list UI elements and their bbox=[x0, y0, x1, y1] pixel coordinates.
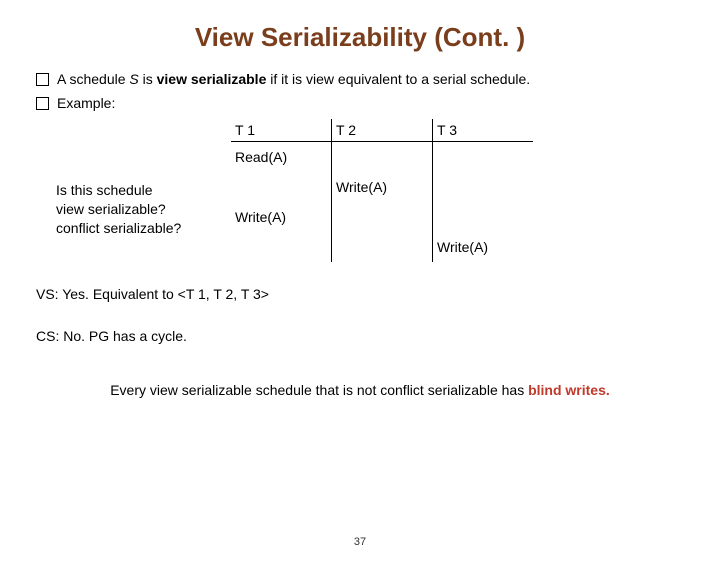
schedule-var: S bbox=[129, 71, 138, 87]
question-block: Is this schedule view serializable? conf… bbox=[56, 181, 231, 238]
answers-block: VS: Yes. Equivalent to <T 1, T 2, T 3> C… bbox=[36, 284, 684, 347]
table-row: Write(A) bbox=[231, 202, 533, 232]
col-header-t1: T 1 bbox=[231, 119, 332, 142]
table-header-row: T 1 T 2 T 3 bbox=[231, 119, 533, 142]
answer-cs: CS: No. PG has a cycle. bbox=[36, 326, 684, 347]
empty-cell bbox=[332, 202, 433, 232]
term-view-serializable: view serializable bbox=[157, 71, 271, 87]
empty-cell bbox=[332, 142, 433, 173]
schedule-table: T 1 T 2 T 3 Read(A) Write(A) Write(A) bbox=[231, 119, 533, 262]
bullet-2: Example: bbox=[36, 95, 684, 111]
checkbox-icon bbox=[36, 73, 49, 86]
col-header-t3: T 3 bbox=[433, 119, 534, 142]
bullet-2-text: Example: bbox=[57, 95, 115, 111]
table-row: Write(A) bbox=[231, 172, 533, 202]
footnote: Every view serializable schedule that is… bbox=[106, 381, 614, 401]
col-header-t2: T 2 bbox=[332, 119, 433, 142]
text-fragment: A schedule bbox=[57, 71, 129, 87]
op-write-a: Write(A) bbox=[332, 172, 433, 202]
mid-area: Is this schedule view serializable? conf… bbox=[56, 119, 684, 262]
op-write-a: Write(A) bbox=[433, 232, 534, 262]
answer-vs: VS: Yes. Equivalent to <T 1, T 2, T 3> bbox=[36, 284, 684, 305]
empty-cell bbox=[433, 202, 534, 232]
table-row: Read(A) bbox=[231, 142, 533, 173]
page-number: 37 bbox=[0, 536, 720, 548]
checkbox-icon bbox=[36, 97, 49, 110]
bullet-1: A schedule S is view serializable if it … bbox=[36, 71, 684, 87]
empty-cell bbox=[332, 232, 433, 262]
footnote-text: Every view serializable schedule that is… bbox=[110, 382, 528, 398]
text-fragment: is bbox=[139, 71, 157, 87]
content-area: A schedule S is view serializable if it … bbox=[0, 71, 720, 401]
bullet-1-text: A schedule S is view serializable if it … bbox=[57, 71, 530, 87]
text-fragment: if it is view equivalent to a serial sch… bbox=[270, 71, 530, 87]
table-row: Write(A) bbox=[231, 232, 533, 262]
op-write-a: Write(A) bbox=[231, 202, 332, 232]
question-line: conflict serializable? bbox=[56, 219, 231, 238]
empty-cell bbox=[433, 142, 534, 173]
slide-title: View Serializability (Cont. ) bbox=[0, 22, 720, 53]
question-line: Is this schedule bbox=[56, 181, 231, 200]
empty-cell bbox=[231, 232, 332, 262]
op-read-a: Read(A) bbox=[231, 142, 332, 173]
empty-cell bbox=[231, 172, 332, 202]
term-blind-writes: blind writes. bbox=[528, 382, 610, 398]
question-line: view serializable? bbox=[56, 200, 231, 219]
empty-cell bbox=[433, 172, 534, 202]
